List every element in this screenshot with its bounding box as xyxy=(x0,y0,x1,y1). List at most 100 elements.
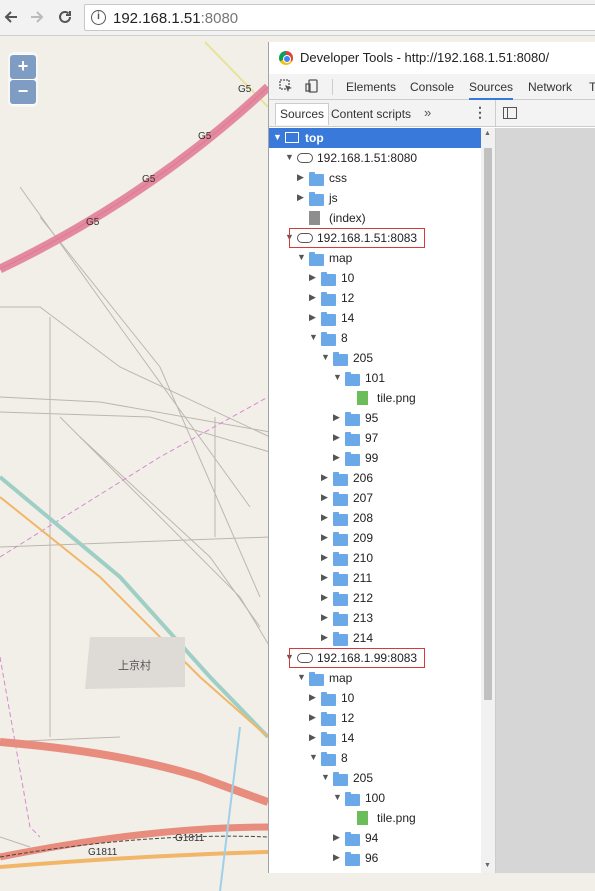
expanded-arrow-icon[interactable]: ▼ xyxy=(333,372,343,382)
tree-item[interactable]: (index) xyxy=(269,208,481,228)
collapsed-arrow-icon[interactable]: ▶ xyxy=(321,572,331,583)
collapsed-arrow-icon[interactable]: ▶ xyxy=(333,412,343,423)
collapsed-arrow-icon[interactable]: ▶ xyxy=(321,592,331,603)
address-bar[interactable]: i 192.168.1.51:8080 xyxy=(84,4,595,31)
collapsed-arrow-icon[interactable]: ▶ xyxy=(309,292,319,303)
collapsed-arrow-icon[interactable]: ▶ xyxy=(321,532,331,543)
tree-item[interactable]: ▼ 100 xyxy=(269,788,481,808)
scroll-down-icon[interactable]: ▼ xyxy=(484,862,491,869)
expanded-arrow-icon[interactable]: ▼ xyxy=(309,332,319,342)
reload-icon[interactable] xyxy=(54,6,76,28)
collapsed-arrow-icon[interactable]: ▶ xyxy=(333,852,343,863)
inspect-element-icon[interactable] xyxy=(279,79,295,95)
expanded-arrow-icon[interactable]: ▼ xyxy=(285,152,295,162)
expanded-arrow-icon[interactable]: ▼ xyxy=(321,772,331,782)
tree-item[interactable]: ▼ 101 xyxy=(269,368,481,388)
expanded-arrow-icon[interactable]: ▼ xyxy=(321,352,331,362)
tree-item[interactable]: ▼ top xyxy=(269,128,481,148)
collapsed-arrow-icon[interactable]: ▶ xyxy=(297,172,307,183)
folder-icon xyxy=(333,592,348,606)
tab-network[interactable]: Network xyxy=(528,80,572,94)
tree-item[interactable]: ▶ 211 xyxy=(269,568,481,588)
scroll-thumb[interactable] xyxy=(484,148,492,700)
tree-item[interactable]: tile.png xyxy=(269,808,481,828)
toggle-navigator-icon[interactable] xyxy=(503,107,517,119)
expanded-arrow-icon[interactable]: ▼ xyxy=(297,252,307,262)
collapsed-arrow-icon[interactable]: ▶ xyxy=(309,712,319,723)
tree-item[interactable]: ▶ 210 xyxy=(269,548,481,568)
tree-item[interactable]: ▶ 206 xyxy=(269,468,481,488)
tree-item[interactable]: tile.png xyxy=(269,388,481,408)
tree-item[interactable]: ▶ 99 xyxy=(269,448,481,468)
tree-item[interactable]: ▶ 96 xyxy=(269,848,481,868)
collapsed-arrow-icon[interactable]: ▶ xyxy=(309,272,319,283)
subtab-content-scripts[interactable]: Content scripts xyxy=(331,107,411,121)
tree-item[interactable]: ▶ js xyxy=(269,188,481,208)
tree-item[interactable]: ▼ map xyxy=(269,248,481,268)
tree-item[interactable]: ▶ 207 xyxy=(269,488,481,508)
tree-item[interactable]: ▶ 14 xyxy=(269,728,481,748)
tab-elements[interactable]: Elements xyxy=(346,80,396,94)
folder-icon xyxy=(345,452,360,466)
more-tabs-icon[interactable]: » xyxy=(424,105,431,120)
scroll-up-icon[interactable]: ▲ xyxy=(484,130,491,137)
forward-icon[interactable] xyxy=(26,6,48,28)
collapsed-arrow-icon[interactable]: ▶ xyxy=(321,512,331,523)
expanded-arrow-icon[interactable]: ▼ xyxy=(333,792,343,802)
tree-item[interactable]: ▶ 12 xyxy=(269,288,481,308)
tab-overflow[interactable]: T xyxy=(589,80,595,94)
browser-toolbar: i 192.168.1.51:8080 xyxy=(0,0,595,36)
tab-sources[interactable]: Sources xyxy=(469,80,514,100)
expanded-arrow-icon[interactable]: ▼ xyxy=(273,132,283,142)
tree-item[interactable]: ▼ map xyxy=(269,668,481,688)
collapsed-arrow-icon[interactable]: ▶ xyxy=(321,612,331,623)
editor-pane xyxy=(495,128,595,873)
tree-item[interactable]: ▶ css xyxy=(269,168,481,188)
tree-item[interactable]: ▶ 10 xyxy=(269,688,481,708)
tree-item[interactable]: ▶ 12 xyxy=(269,708,481,728)
tree-item[interactable]: ▶ 97 xyxy=(269,428,481,448)
collapsed-arrow-icon[interactable]: ▶ xyxy=(333,452,343,463)
collapsed-arrow-icon[interactable]: ▶ xyxy=(321,472,331,483)
tree-item[interactable]: ▶ 209 xyxy=(269,528,481,548)
collapsed-arrow-icon[interactable]: ▶ xyxy=(321,552,331,563)
tree-item-label: 101 xyxy=(365,371,386,385)
tree-item[interactable]: ▼ 8 xyxy=(269,748,481,768)
kebab-menu-icon[interactable]: ⋮ xyxy=(473,104,487,121)
zoom-out-button[interactable]: − xyxy=(10,80,36,104)
image-file-icon xyxy=(357,811,368,825)
tree-item[interactable]: ▶ 213 xyxy=(269,608,481,628)
tree-item[interactable]: ▶ 212 xyxy=(269,588,481,608)
zoom-in-button[interactable]: + xyxy=(10,55,36,79)
tree-item[interactable]: ▼ 192.168.1.51:8080 xyxy=(269,148,481,168)
tree-item[interactable]: ▶ 10 xyxy=(269,268,481,288)
collapsed-arrow-icon[interactable]: ▶ xyxy=(333,432,343,443)
device-toolbar-icon[interactable] xyxy=(305,79,321,95)
tree-item[interactable]: ▼ 8 xyxy=(269,328,481,348)
tree-scrollbar[interactable]: ▲ ▼ xyxy=(481,128,495,873)
tree-item[interactable]: ▶ 208 xyxy=(269,508,481,528)
tree-item[interactable]: ▶ 214 xyxy=(269,628,481,648)
tree-item[interactable]: ▶ 94 xyxy=(269,828,481,848)
tree-item[interactable]: ▶ 14 xyxy=(269,308,481,328)
folder-icon xyxy=(321,712,336,726)
collapsed-arrow-icon[interactable]: ▶ xyxy=(309,692,319,703)
tab-console[interactable]: Console xyxy=(410,80,454,94)
collapsed-arrow-icon[interactable]: ▶ xyxy=(321,492,331,503)
expanded-arrow-icon[interactable]: ▼ xyxy=(297,672,307,682)
tree-item-label: 8 xyxy=(341,751,348,765)
expanded-arrow-icon[interactable]: ▼ xyxy=(309,752,319,762)
image-file-icon xyxy=(357,391,368,405)
tree-item[interactable]: ▶ 95 xyxy=(269,408,481,428)
collapsed-arrow-icon[interactable]: ▶ xyxy=(309,732,319,743)
subtab-sources[interactable]: Sources xyxy=(275,103,330,125)
collapsed-arrow-icon[interactable]: ▶ xyxy=(333,832,343,843)
tree-item[interactable]: ▼ 205 xyxy=(269,768,481,788)
road-label: G1811 xyxy=(175,833,205,844)
tree-item[interactable]: ▼ 205 xyxy=(269,348,481,368)
collapsed-arrow-icon[interactable]: ▶ xyxy=(321,632,331,643)
back-icon[interactable] xyxy=(0,6,22,28)
info-icon[interactable]: i xyxy=(91,10,106,25)
collapsed-arrow-icon[interactable]: ▶ xyxy=(297,192,307,203)
collapsed-arrow-icon[interactable]: ▶ xyxy=(309,312,319,323)
